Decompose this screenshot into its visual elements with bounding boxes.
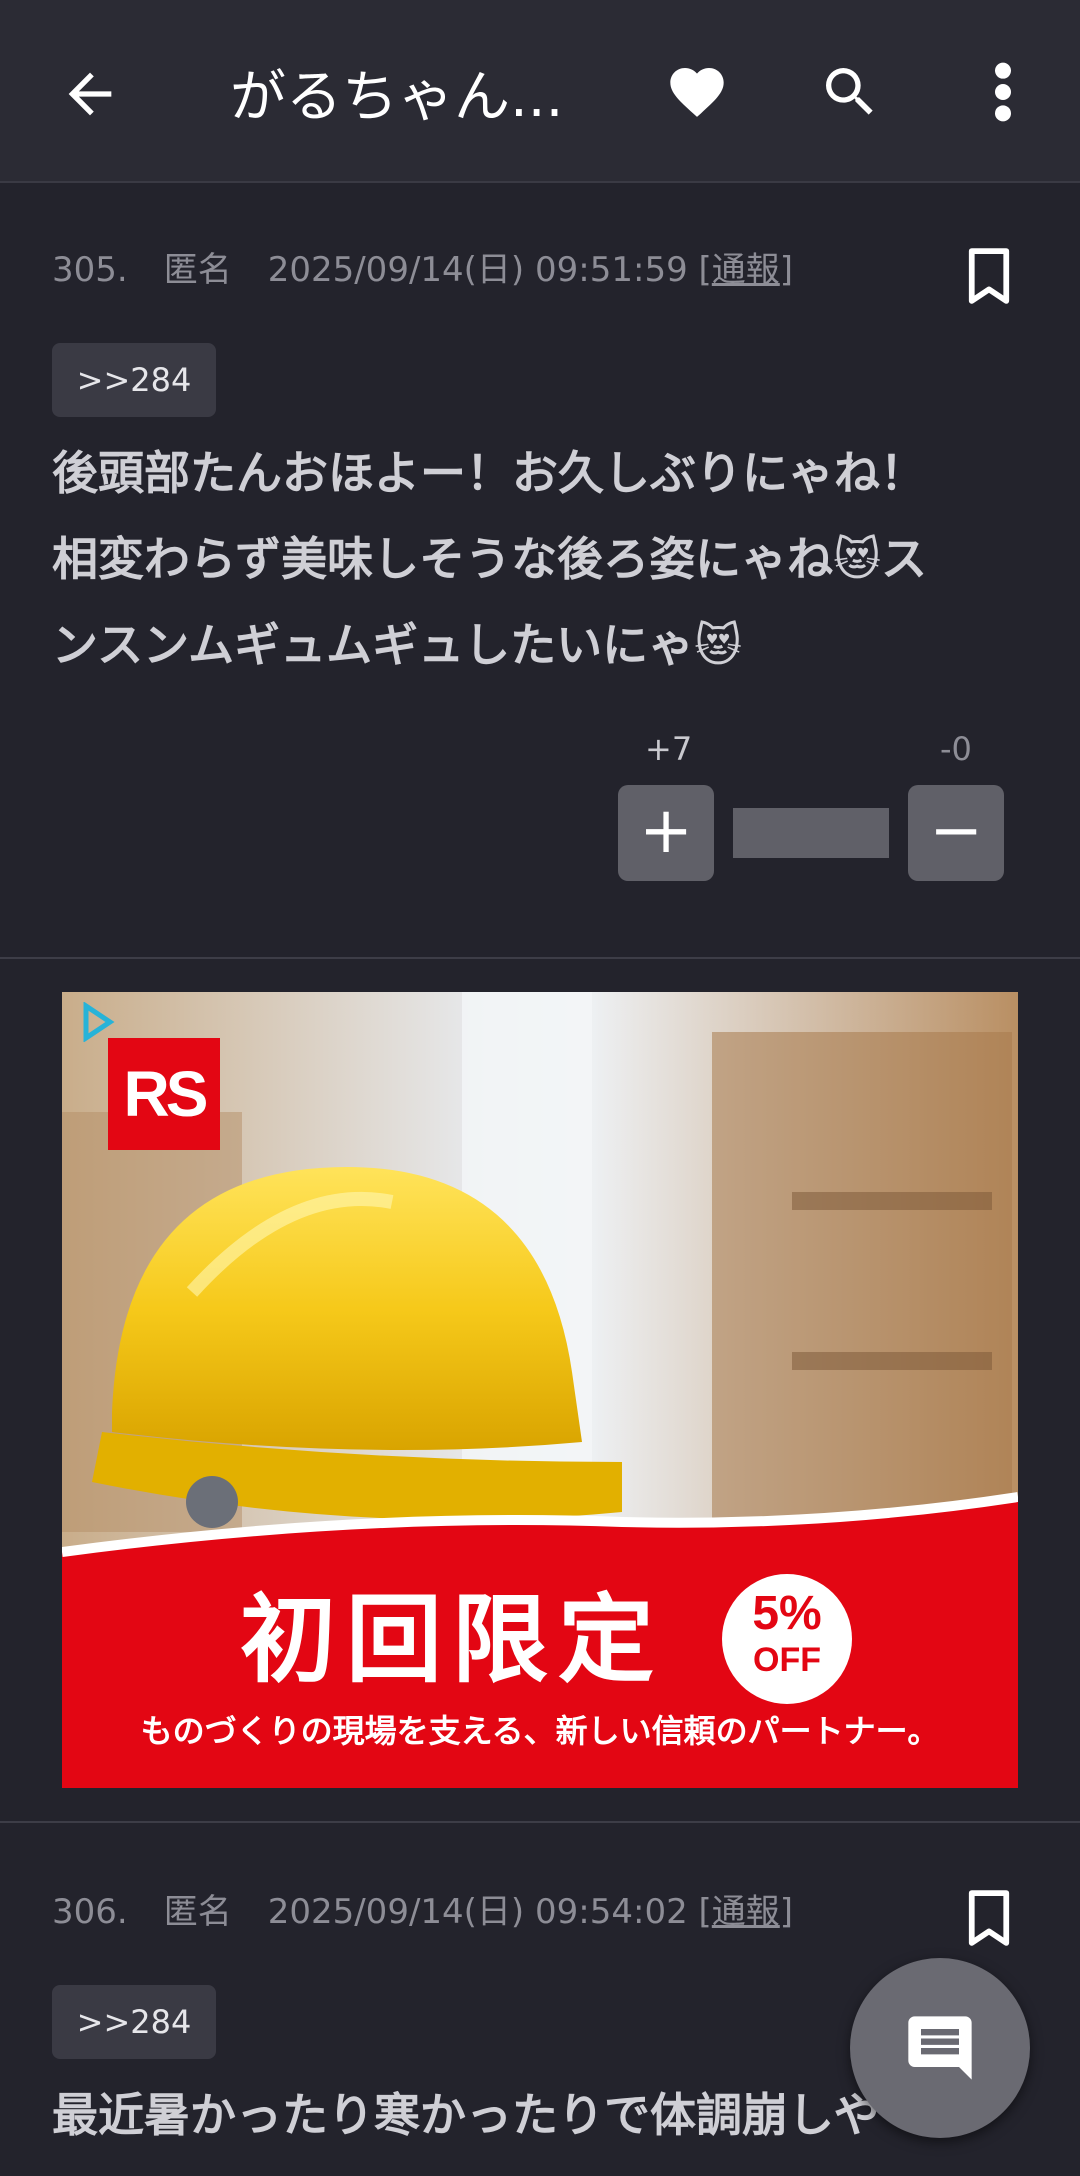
- plus-vote-button[interactable]: +: [618, 785, 714, 881]
- search-icon[interactable]: [818, 60, 882, 124]
- post-author: 匿名: [163, 1892, 232, 1932]
- report-link[interactable]: 通報: [712, 1892, 780, 1932]
- rs-logo: RS: [108, 1038, 220, 1150]
- discount-percent: 5%: [752, 1587, 822, 1640]
- post-number: 306.: [52, 1892, 128, 1932]
- post-datetime: 2025/09/14(日) 09:54:02: [267, 1892, 688, 1932]
- post-body-line: 後頭部たんおほよー！お久しぶりにゃね！: [52, 446, 926, 500]
- discount-badge: 5% OFF: [722, 1574, 852, 1704]
- post-datetime: 2025/09/14(日) 09:51:59: [267, 250, 688, 290]
- post-body: 後頭部たんおほよー！お久しぶりにゃね！ 相変わらず美味しそうな後ろ姿にゃね😻ス …: [52, 430, 1012, 688]
- post-author: 匿名: [163, 250, 232, 290]
- ad-choices-icon[interactable]: [80, 1002, 116, 1042]
- plus-vote-count: +7: [645, 730, 693, 768]
- post-meta: 305. 匿名 2025/09/14(日) 09:51:59 [通報]: [52, 250, 794, 290]
- minus-vote-button[interactable]: −: [908, 785, 1004, 881]
- divider: [0, 957, 1080, 959]
- discount-off-label: OFF: [753, 1641, 821, 1679]
- post-meta: 306. 匿名 2025/09/14(日) 09:54:02 [通報]: [52, 1892, 794, 1932]
- arrow-left-icon[interactable]: [58, 62, 122, 126]
- vote-ratio-bar: [733, 808, 889, 858]
- reply-reference[interactable]: >>284: [52, 343, 216, 417]
- minus-vote-count: -0: [940, 730, 972, 768]
- report-link[interactable]: 通報: [712, 250, 780, 290]
- page-title: がるちゃん...: [230, 65, 564, 130]
- ad-banner[interactable]: RS 初回限定 5% OFF ものづくりの現場を支える、新しい信頼のパートナー。: [62, 992, 1018, 1788]
- heart-icon[interactable]: [665, 60, 729, 124]
- post-number: 305.: [52, 250, 128, 290]
- more-vert-icon[interactable]: [985, 60, 1021, 124]
- post-body-line: 相変わらず美味しそうな後ろ姿にゃね😻ス: [52, 532, 928, 586]
- post-body-line: ンスンムギュムギュしたいにゃ😻: [52, 618, 743, 672]
- reply-reference[interactable]: >>284: [52, 1985, 216, 2059]
- bookmark-icon[interactable]: [966, 1888, 1012, 1948]
- ad-tagline: ものづくりの現場を支える、新しい信頼のパートナー。: [140, 1712, 940, 1750]
- comment-icon: [908, 2016, 972, 2080]
- app-bar: がるちゃん...: [0, 0, 1080, 183]
- divider: [0, 1821, 1080, 1823]
- bookmark-icon[interactable]: [966, 246, 1012, 306]
- comment-fab[interactable]: [850, 1958, 1030, 2138]
